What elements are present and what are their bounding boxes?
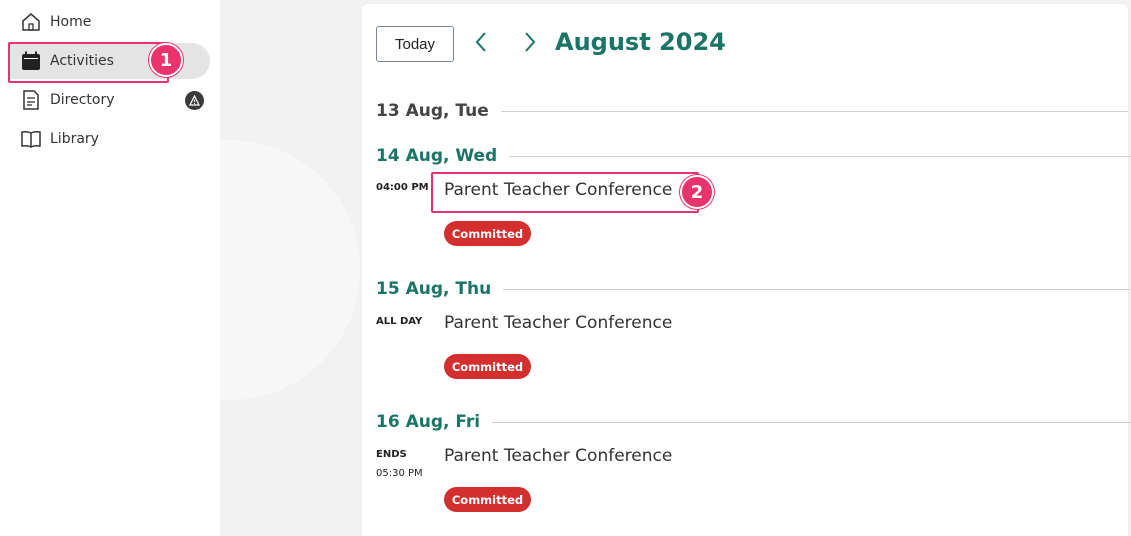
chevron-right-icon [523,31,537,57]
day-label: 13 Aug, Tue [376,101,489,121]
day-header: 16 Aug, Fri [376,412,1131,432]
sidebar-item-home[interactable]: Home [10,4,91,40]
status-badge: Committed [444,487,531,512]
status-badge: Committed [444,354,531,379]
sidebar: Home Activities Directory Library [0,0,220,536]
event-title[interactable]: Parent Teacher Conference [444,313,672,333]
calendar-icon [20,50,42,72]
sidebar-item-label: Directory [50,92,115,108]
divider [503,288,1131,290]
chevron-left-icon [474,31,488,57]
annotation-marker-2: 2 [680,175,714,209]
warning-icon [185,91,204,110]
sidebar-item-label: Library [50,131,99,147]
event-title[interactable]: Parent Teacher Conference [444,180,672,200]
month-title: August 2024 [555,28,726,56]
home-icon [20,11,42,33]
sidebar-item-label: Home [50,14,92,30]
sidebar-item-label: Activities [50,53,114,69]
event-title[interactable]: Parent Teacher Conference [444,446,672,466]
sidebar-item-library[interactable]: Library [10,121,99,157]
day-header: 14 Aug, Wed [376,146,1131,166]
event-end-time: 05:30 PM [376,468,423,479]
event-time: ALL DAY [376,316,423,327]
event-time: ENDS [376,449,407,460]
day-header: 15 Aug, Thu [376,279,1131,299]
sidebar-item-directory[interactable]: Directory [10,82,115,118]
today-button[interactable]: Today [376,26,454,62]
day-header: 13 Aug, Tue [376,101,1128,121]
event-time: 04:00 PM [376,182,429,193]
divider [509,155,1131,157]
next-month-button[interactable] [520,32,540,56]
status-badge: Committed [444,221,531,246]
day-label: 16 Aug, Fri [376,412,481,432]
day-label: 15 Aug, Thu [376,279,492,299]
divider [492,421,1131,423]
document-icon [20,89,42,111]
day-label: 14 Aug, Wed [376,146,498,166]
annotation-marker-1: 1 [149,43,183,77]
previous-month-button[interactable] [471,32,491,56]
divider [500,110,1128,112]
book-icon [20,128,42,150]
